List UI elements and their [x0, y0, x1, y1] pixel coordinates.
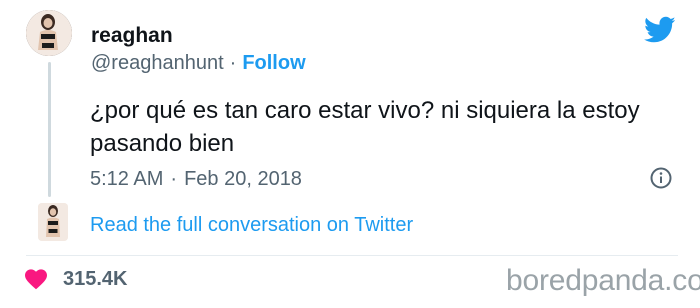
tweet-date: Feb 20, 2018 — [184, 168, 302, 190]
user-handle[interactable]: @reaghanhunt — [91, 52, 224, 74]
read-conversation-link[interactable]: Read the full conversation on Twitter — [90, 214, 413, 237]
like-count[interactable]: 315.4K — [63, 268, 128, 291]
avatar[interactable] — [26, 10, 72, 56]
watermark: boredpanda.com — [506, 264, 700, 297]
timestamp[interactable]: 5:12 AM · Feb 20, 2018 — [90, 168, 302, 191]
small-avatar — [38, 203, 68, 241]
display-name[interactable]: reaghan — [91, 24, 173, 48]
twitter-bird-icon[interactable] — [644, 16, 676, 44]
info-icon[interactable] — [650, 167, 672, 189]
heart-icon[interactable] — [24, 268, 48, 290]
separator-dot: · — [229, 52, 237, 74]
tweet-text: ¿por qué es tan caro estar vivo? ni siqu… — [90, 97, 640, 157]
tweet-time: 5:12 AM — [90, 168, 164, 190]
follow-button[interactable]: Follow — [242, 52, 305, 74]
separator-dot: · — [170, 168, 178, 190]
thread-line — [48, 62, 51, 197]
divider — [26, 255, 678, 256]
handle-row: @reaghanhunt · Follow — [91, 52, 306, 75]
